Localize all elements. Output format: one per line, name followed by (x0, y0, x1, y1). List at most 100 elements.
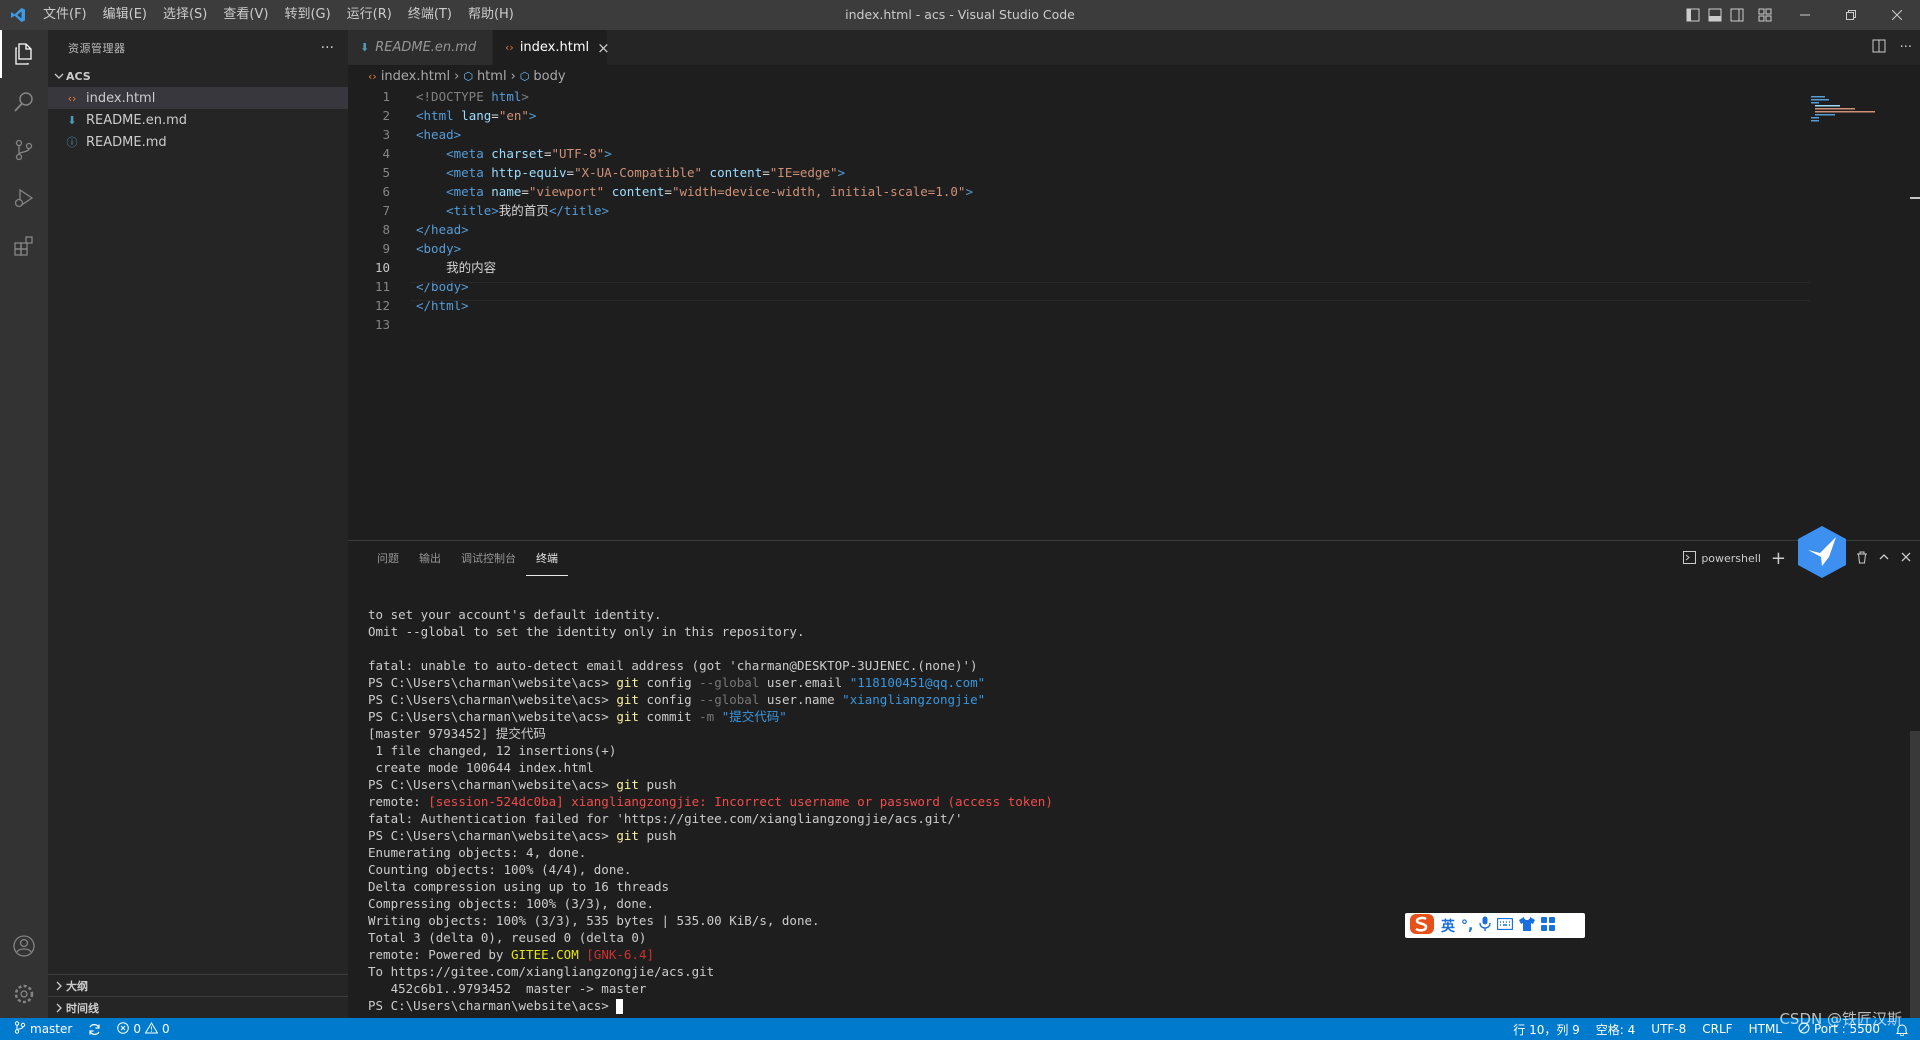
ime-toolbar: 英 °, (1405, 913, 1585, 938)
menu-view[interactable]: 查看(V) (215, 0, 276, 30)
terminal-line: Writing objects: 100% (3/3), 535 bytes |… (368, 913, 820, 928)
file-item-readme-en-md[interactable]: ⬇ README.en.md (48, 109, 348, 131)
kill-terminal-icon[interactable] (1856, 551, 1868, 567)
terminal-prompt-line[interactable]: PS C:\Users\charman\website\acs> (368, 997, 1888, 1014)
file-name: index.html (86, 90, 156, 106)
settings-gear-icon[interactable] (0, 970, 48, 1018)
watermark: CSDN @铁匠汉斯 (1779, 1010, 1902, 1028)
menu-selection[interactable]: 选择(S) (155, 0, 215, 30)
branch-status[interactable]: master (0, 1021, 80, 1037)
tab-problems[interactable]: 问题 (367, 541, 409, 576)
customize-layout-icon[interactable] (1748, 0, 1782, 30)
menu-go[interactable]: 转到(G) (276, 0, 338, 30)
chevron-right-icon (52, 1003, 66, 1013)
terminal-scrollbar[interactable] (1910, 731, 1920, 1019)
code-line: 9 <body> (382, 241, 462, 256)
tab-readme-en-md[interactable]: ⬇ README.en.md (348, 30, 493, 65)
terminal-line: To https://gitee.com/xiangliangzongjie/a… (368, 964, 715, 979)
file-name: README.en.md (86, 112, 187, 128)
tab-output[interactable]: 输出 (409, 541, 451, 576)
run-debug-icon[interactable] (0, 174, 48, 222)
markdown-file-icon: ⬇ (67, 113, 77, 127)
microphone-icon[interactable] (1479, 916, 1492, 935)
toggle-panel-icon[interactable] (1704, 0, 1726, 30)
close-window-icon[interactable] (1874, 0, 1920, 30)
timeline-section[interactable]: 时间线 (48, 996, 348, 1018)
indentation[interactable]: 空格: 4 (1588, 1021, 1644, 1038)
symbol-icon: ⬡ (463, 69, 473, 83)
toggle-secondary-sidebar-icon[interactable] (1726, 0, 1748, 30)
cursor-position[interactable]: 行 10，列 9 (1505, 1021, 1588, 1038)
terminal-output[interactable]: to set your account's default identity. … (368, 606, 1888, 1014)
tab-terminal[interactable]: 终端 (526, 541, 568, 576)
skin-shirt-icon[interactable] (1519, 916, 1536, 935)
new-terminal-icon[interactable]: + (1771, 548, 1786, 569)
problems-status[interactable]: 0 0 (109, 1021, 177, 1037)
file-item-readme-md[interactable]: ⓘ README.md (48, 131, 348, 153)
vscode-logo-icon (0, 0, 35, 30)
current-line-highlight (410, 282, 1810, 301)
terminal-icon (1683, 550, 1697, 567)
terminal-line: PS C:\Users\charman\website\acs> git con… (368, 692, 986, 707)
account-icon[interactable] (0, 922, 48, 970)
bottom-panel: 问题 输出 调试控制台 终端 powershell + to set your … (348, 540, 1920, 1019)
editor-scrollbar[interactable] (1906, 30, 1920, 480)
markdown-file-icon: ⬇ (360, 41, 370, 54)
sogou-logo-icon[interactable] (1409, 913, 1435, 939)
restore-icon[interactable] (1828, 0, 1874, 30)
sync-icon[interactable] (80, 1023, 109, 1036)
terminal-shell-selector[interactable]: powershell (1683, 550, 1761, 567)
status-bar: master 0 0 行 10，列 9 空格: 4 UTF-8 CRLF HTM… (0, 1018, 1920, 1040)
breadcrumb-item[interactable]: index.html (381, 69, 450, 84)
terminal-line: PS C:\Users\charman\website\acs> git con… (368, 675, 986, 690)
source-control-icon[interactable] (0, 126, 48, 174)
minimap[interactable] (1806, 94, 1906, 134)
code-line: 13 (374, 317, 390, 332)
chevron-right-icon: › (510, 68, 516, 84)
keyboard-icon[interactable] (1497, 917, 1514, 934)
file-item-index-html[interactable]: ‹› index.html (48, 87, 348, 109)
tab-debug-console[interactable]: 调试控制台 (451, 541, 526, 576)
ime-punctuation[interactable]: °, (1461, 918, 1473, 934)
code-editor[interactable]: 1 <!DOCTYPE html> 2 <html lang="en"> 3 <hea… (348, 87, 1920, 537)
extensions-icon[interactable] (0, 222, 48, 270)
code-line: 1 <!DOCTYPE html> (382, 89, 529, 104)
floating-bird-widget-icon[interactable] (1795, 524, 1849, 580)
menu-bar: 文件(F) 编辑(E) 选择(S) 查看(V) 转到(G) 运行(R) 终端(T… (35, 0, 522, 30)
terminal-line: [master 9793452] 提交代码 (368, 726, 546, 741)
search-icon[interactable] (0, 78, 48, 126)
tab-index-html[interactable]: ‹› index.html × (493, 30, 610, 65)
terminal-cursor (616, 999, 624, 1014)
menu-run[interactable]: 运行(R) (339, 0, 400, 30)
editor-area: ⬇ README.en.md ‹› index.html × ··· ‹› in… (348, 30, 1920, 540)
breadcrumb-item[interactable]: html (477, 69, 507, 84)
toggle-sidebar-icon[interactable] (1682, 0, 1704, 30)
chevron-right-icon: › (454, 68, 460, 84)
timeline-label: 时间线 (66, 1001, 99, 1015)
close-panel-icon[interactable] (1900, 551, 1912, 566)
code-line: 7 <title>我的首页</title> (382, 203, 610, 218)
more-actions-icon[interactable]: ··· (321, 40, 334, 56)
close-tab-icon[interactable]: × (597, 39, 610, 57)
menu-terminal[interactable]: 终端(T) (400, 0, 460, 30)
end-of-line[interactable]: CRLF (1694, 1022, 1740, 1036)
menu-edit[interactable]: 编辑(E) (95, 0, 155, 30)
encoding[interactable]: UTF-8 (1643, 1022, 1694, 1036)
code-line: 6 <meta name="viewport" content="width=d… (382, 184, 973, 199)
minimize-icon[interactable] (1782, 0, 1828, 30)
toolbox-grid-icon[interactable] (1541, 916, 1556, 935)
html-file-icon: ‹› (368, 69, 377, 83)
menu-help[interactable]: 帮助(H) (460, 0, 522, 30)
explorer-icon[interactable] (0, 30, 48, 78)
breadcrumb-item[interactable]: body (533, 69, 565, 84)
menu-file[interactable]: 文件(F) (35, 0, 95, 30)
split-editor-icon[interactable] (1872, 39, 1886, 57)
ime-language[interactable]: 英 (1441, 916, 1455, 936)
terminal-line: 452c6b1..9793452 master -> master (368, 981, 647, 996)
outline-section[interactable]: 大纲 (48, 974, 348, 996)
symbol-icon: ⬡ (519, 69, 530, 83)
chevron-right-icon (52, 981, 66, 991)
folder-header[interactable]: ACS (48, 65, 348, 87)
maximize-panel-icon[interactable] (1878, 551, 1890, 566)
